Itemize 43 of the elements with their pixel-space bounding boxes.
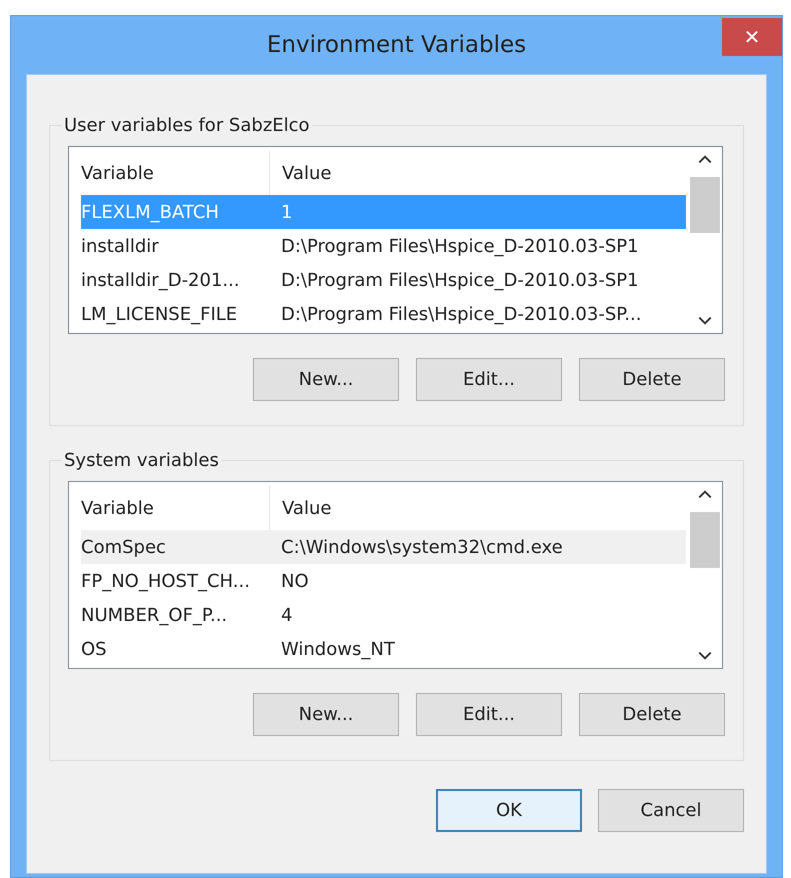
- scroll-down-icon[interactable]: [697, 650, 713, 662]
- close-button[interactable]: ✕: [722, 18, 782, 56]
- variable-row[interactable]: ComSpec C:\Windows\system32\cmd.exe: [81, 530, 686, 564]
- dialog-button[interactable]: Cancel: [598, 789, 744, 832]
- scroll-up-icon[interactable]: [697, 488, 713, 500]
- column-header[interactable]: Variable: [81, 162, 269, 184]
- table-cell-text: NO: [280, 570, 309, 592]
- table-cell-text: D:\Program Files\Hspice_D-2010.03-SP1: [280, 236, 639, 256]
- dialog-button[interactable]: New...: [253, 693, 399, 736]
- table-cell-text: D:\Program Files\Hspice_D-2010.03-SP...: [280, 304, 642, 324]
- scroll-up-icon[interactable]: [697, 153, 713, 165]
- dialog-button[interactable]: New...: [253, 358, 399, 401]
- variable-row[interactable]: NUMBER_OF_P... 4: [81, 598, 686, 632]
- table-cell-text: FP_NO_HOST_CH...: [81, 570, 251, 592]
- table-cell-text: C:\Windows\system32\cmd.exe: [280, 536, 563, 558]
- dialog-button[interactable]: Edit...: [416, 693, 562, 736]
- table-cell-text: 1: [280, 202, 292, 222]
- variable-row[interactable]: OS Windows_NT: [81, 632, 686, 666]
- scroll-thumb[interactable]: [690, 177, 720, 233]
- table-cell-text: Windows_NT: [280, 638, 395, 660]
- scroll-down-icon[interactable]: [697, 315, 713, 327]
- variable-row[interactable]: installdir D:\Program Files\Hspice_D-2010.03-SP1: [81, 229, 686, 263]
- column-header[interactable]: Variable: [81, 498, 269, 518]
- variable-row[interactable]: LM_LICENSE_FILE D:\Program Files\Hspice_D-2010.03-SP...: [81, 297, 686, 331]
- scroll-thumb[interactable]: [690, 512, 720, 568]
- table-cell-text: 4: [280, 604, 292, 626]
- group-title: User variables for SabzElco: [63, 115, 311, 136]
- dialog-button[interactable]: OK: [436, 789, 582, 832]
- table-cell-text: installdir_D-201...: [81, 270, 241, 290]
- table-cell-text: FLEXLM_BATCH: [81, 202, 220, 222]
- table-cell-text: OS: [81, 638, 108, 660]
- table-cell-text: NUMBER_OF_P...: [81, 604, 228, 626]
- variable-row[interactable]: installdir_D-201... D:\Program Files\Hspice_D-2010.03-SP1: [81, 263, 686, 297]
- window-title: Environment Variables: [266, 32, 526, 58]
- table-cell-text: LM_LICENSE_FILE: [81, 304, 238, 324]
- group-title: System variables: [63, 450, 220, 471]
- table-cell-text: ComSpec: [81, 536, 167, 558]
- table-cell-text: installdir: [81, 236, 160, 256]
- dialog-button[interactable]: Edit...: [416, 358, 562, 401]
- variable-row[interactable]: FP_NO_HOST_CH... NO: [81, 564, 686, 598]
- dialog-button[interactable]: Delete: [579, 358, 725, 401]
- table-cell-text: D:\Program Files\Hspice_D-2010.03-SP1: [280, 270, 639, 290]
- dialog-button[interactable]: Delete: [579, 693, 725, 736]
